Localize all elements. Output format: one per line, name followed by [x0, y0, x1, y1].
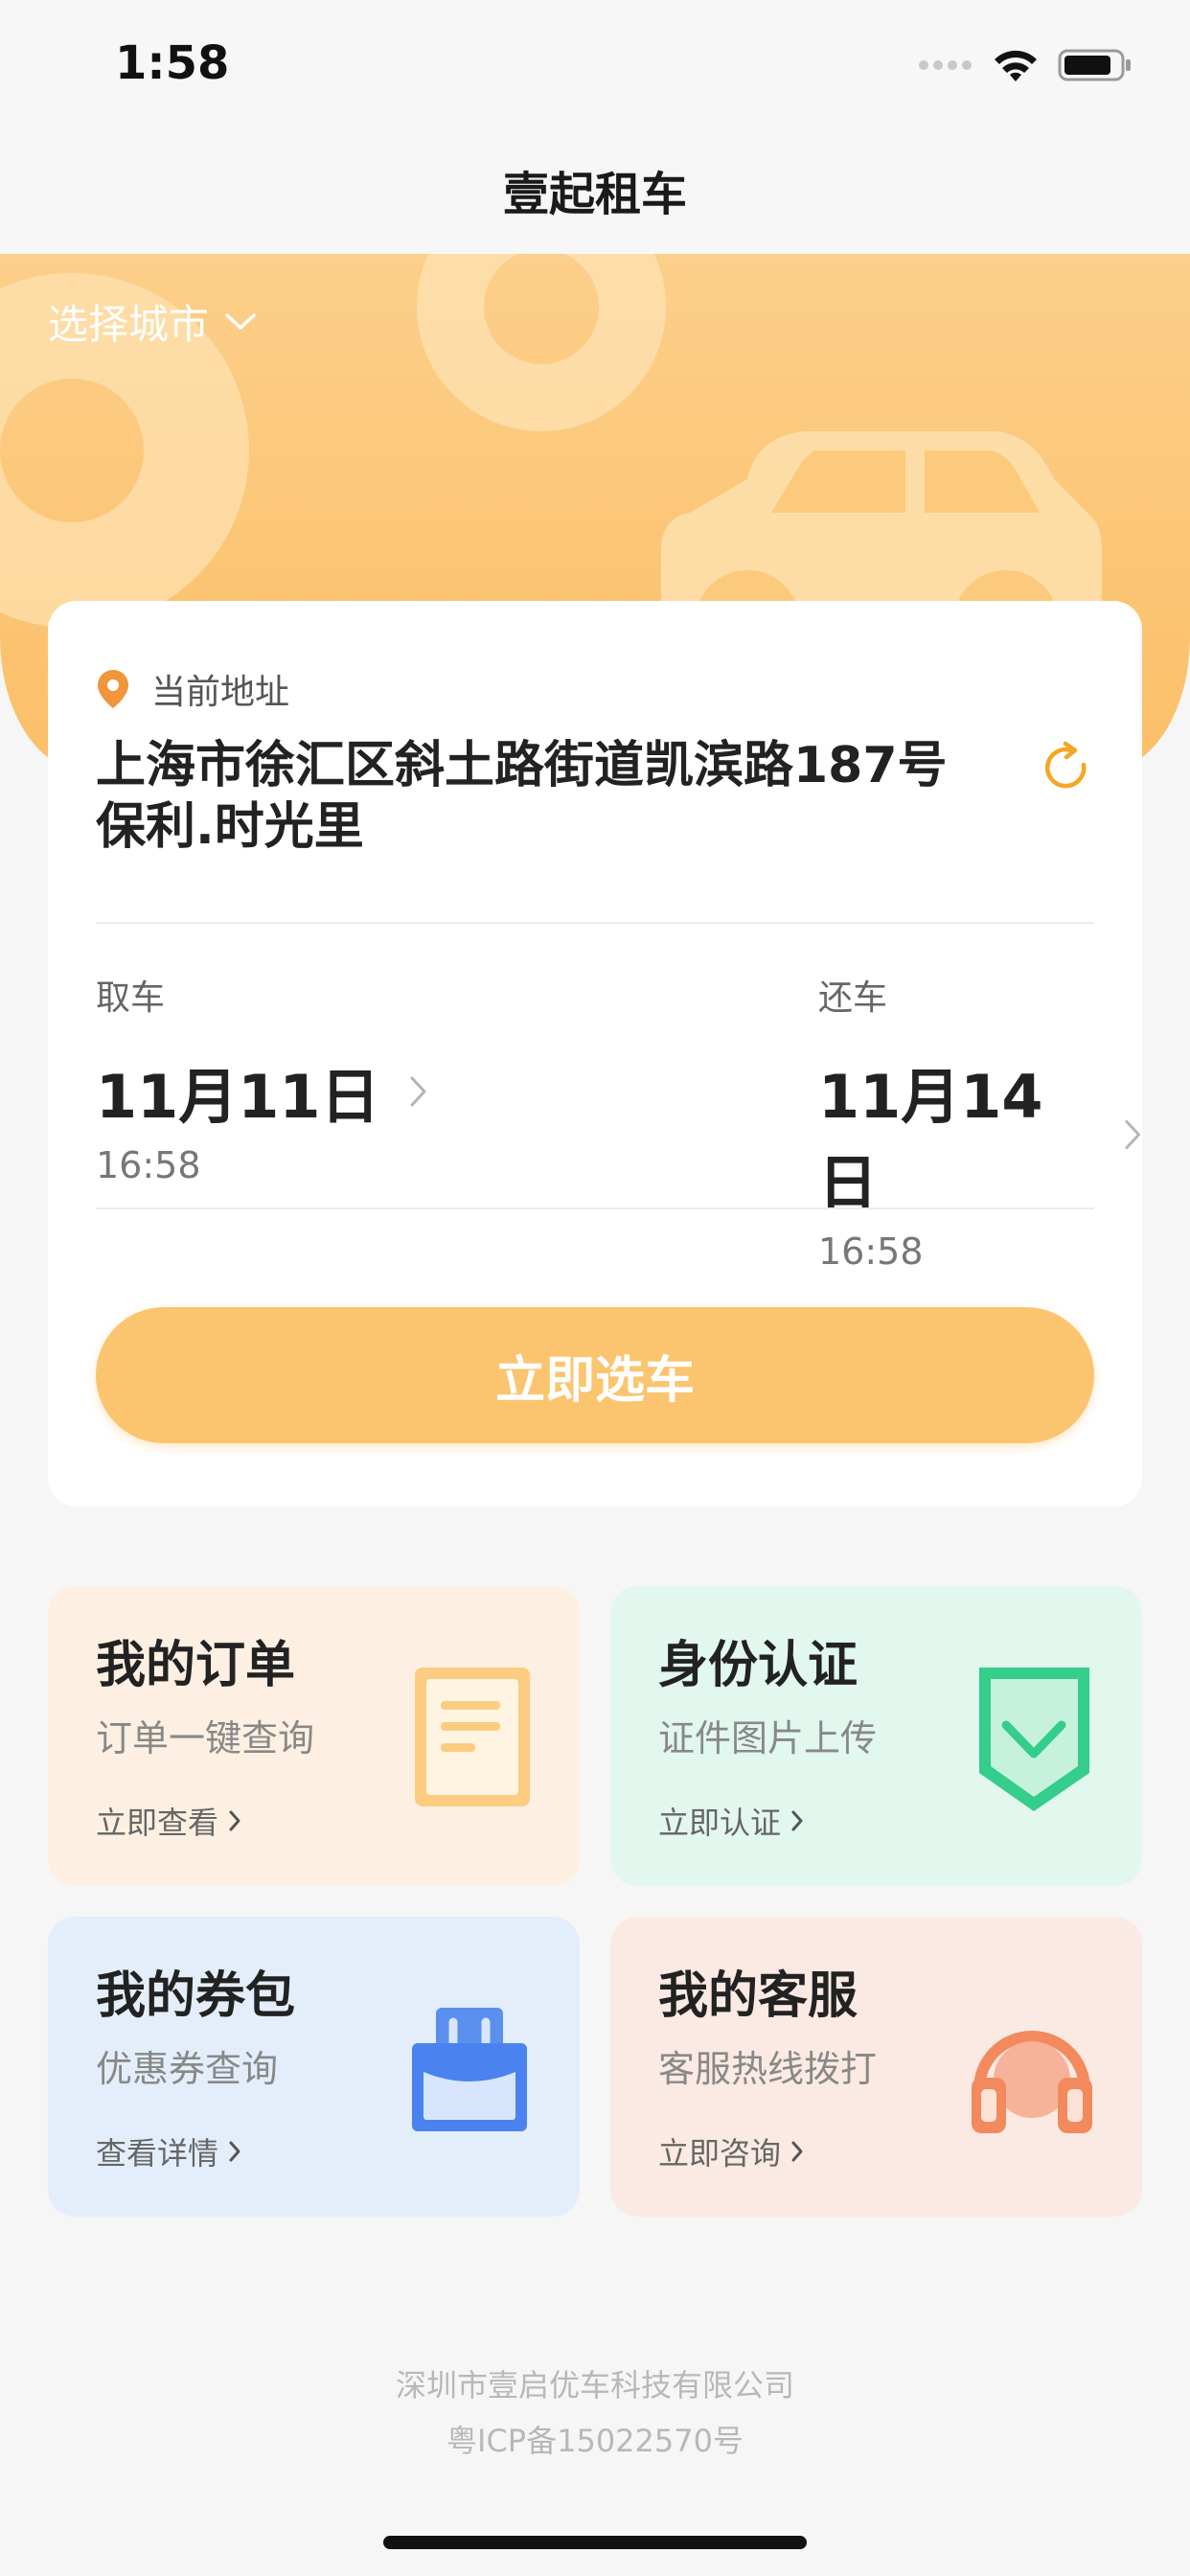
- address-text[interactable]: 上海市徐汇区斜土路街道凯滨路187号 保利.时光里: [96, 735, 958, 858]
- status-bar: 1:58: [0, 0, 1190, 129]
- chevron-right-icon: [410, 1076, 426, 1107]
- headphones-icon: [972, 2031, 1092, 2133]
- footer-icp: 粤ICP备15022570号: [446, 2423, 744, 2459]
- id-verification-link[interactable]: 立即认证: [658, 1799, 804, 1843]
- return-date-selector[interactable]: 还车 11月14日 16:58: [818, 970, 1142, 1273]
- chevron-right-icon: [229, 1810, 240, 1831]
- chevron-down-icon: [225, 312, 256, 330]
- status-icons: [918, 42, 1133, 88]
- wifi-icon: [995, 50, 1037, 81]
- customer-service-link-label: 立即咨询: [658, 2135, 782, 2172]
- my-coupons-subtitle: 优惠券查询: [96, 2048, 279, 2090]
- address-label: 当前地址: [151, 673, 290, 712]
- home-indicator: [383, 2536, 807, 2549]
- customer-service-title: 我的客服: [658, 1967, 858, 2025]
- pickup-date: 11月11日: [96, 1062, 380, 1132]
- location-pin-icon: [98, 670, 128, 708]
- address-label-row: 当前地址: [96, 664, 289, 714]
- customer-service-subtitle: 客服热线拨打: [658, 2048, 878, 2090]
- my-orders-subtitle: 订单一键查询: [96, 1717, 315, 1760]
- customer-service-link[interactable]: 立即咨询: [658, 2129, 804, 2174]
- divider: [96, 922, 1094, 924]
- chevron-right-icon: [791, 2141, 803, 2162]
- return-time: 16:58: [818, 1230, 924, 1273]
- address-line1: 上海市徐汇区斜土路街道凯滨路187号: [96, 737, 948, 794]
- my-orders-card[interactable]: 我的订单 订单一键查询 立即查看: [48, 1586, 580, 1886]
- booking-card: 当前地址 上海市徐汇区斜土路街道凯滨路187号 保利.时光里 取车 11月11日…: [48, 601, 1142, 1506]
- footer-company: 深圳市壹启优车科技有限公司: [395, 2367, 794, 2404]
- pickup-time: 16:58: [96, 1144, 201, 1186]
- chevron-right-icon: [791, 1810, 803, 1831]
- status-time: 1:58: [115, 36, 230, 90]
- page-title: 壹起租车: [502, 168, 687, 221]
- address-line2: 保利.时光里: [96, 798, 364, 856]
- city-select-button[interactable]: 选择城市: [48, 292, 257, 351]
- divider: [96, 1208, 1094, 1209]
- my-orders-title: 我的订单: [96, 1637, 296, 1694]
- customer-service-card[interactable]: 我的客服 客服热线拨打 立即咨询: [610, 1917, 1142, 2217]
- id-verification-subtitle: 证件图片上传: [658, 1717, 878, 1760]
- battery-icon: [1058, 49, 1131, 81]
- pickup-label: 取车: [96, 978, 166, 1018]
- shield-check-icon: [979, 1668, 1089, 1811]
- my-coupons-link[interactable]: 查看详情: [96, 2129, 241, 2174]
- chevron-right-icon: [1125, 1119, 1140, 1150]
- my-coupons-title: 我的券包: [96, 1967, 296, 2025]
- id-verification-card[interactable]: 身份认证 证件图片上传 立即认证: [610, 1586, 1142, 1886]
- footer: 深圳市壹启优车科技有限公司 粤ICP备15022570号: [0, 2358, 1190, 2469]
- nav-bar: 壹起租车: [0, 129, 1190, 256]
- my-orders-link[interactable]: 立即查看: [96, 1799, 241, 1843]
- select-car-button[interactable]: 立即选车: [96, 1307, 1094, 1443]
- my-coupons-link-label: 查看详情: [96, 2135, 219, 2172]
- refresh-location-icon[interactable]: [1039, 741, 1094, 796]
- id-verification-title: 身份认证: [658, 1637, 858, 1694]
- document-icon: [415, 1668, 530, 1806]
- my-orders-link-label: 立即查看: [96, 1805, 219, 1841]
- my-coupons-card[interactable]: 我的券包 优惠券查询 查看详情: [48, 1917, 580, 2217]
- cellular-signal-icon: [919, 60, 972, 70]
- city-select-label: 选择城市: [48, 301, 210, 348]
- return-label: 还车: [818, 978, 888, 1018]
- pickup-date-selector[interactable]: 取车 11月11日 16:58: [96, 970, 428, 1186]
- return-date: 11月14日: [818, 1062, 1043, 1218]
- chevron-right-icon: [229, 2141, 240, 2162]
- id-verification-link-label: 立即认证: [658, 1805, 782, 1841]
- wallet-icon: [412, 2008, 527, 2131]
